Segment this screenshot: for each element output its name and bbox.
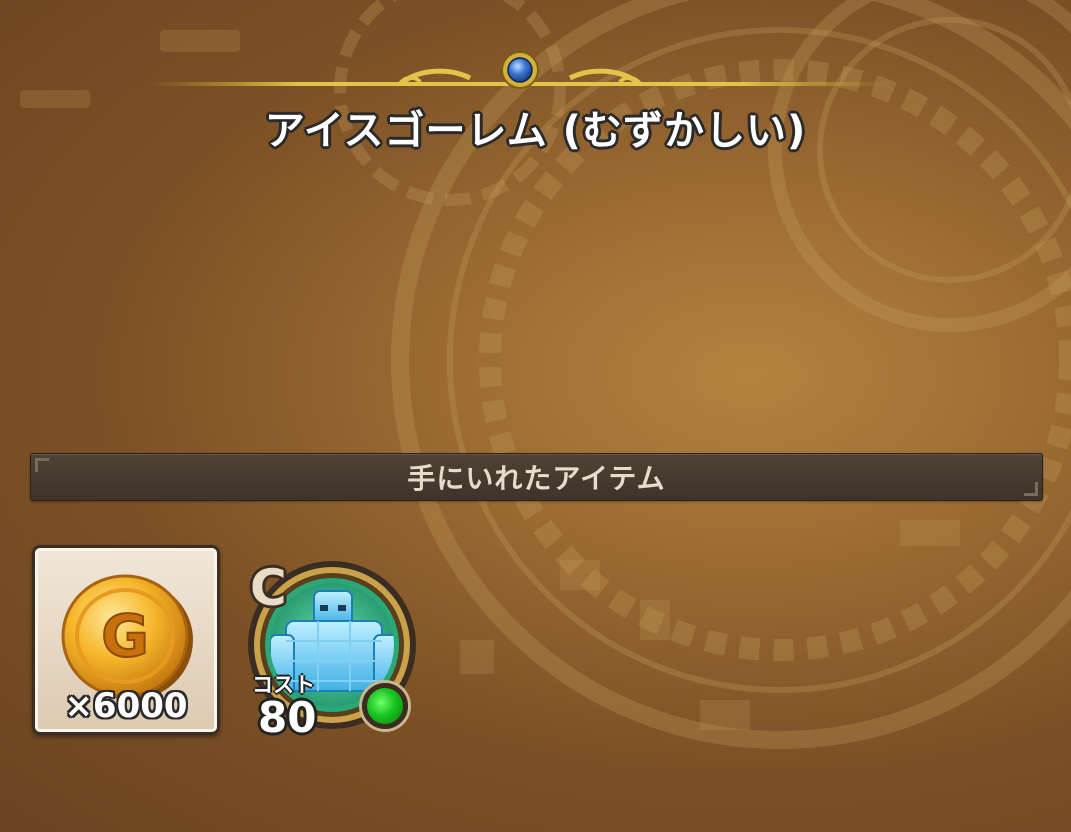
status-indicator-icon [362, 683, 408, 729]
stage-title: アイスゴーレム (むずかしい) [264, 108, 807, 154]
monster-reward-item[interactable]: C コスト 80 [240, 555, 420, 742]
rank-badge: C [250, 559, 287, 617]
title-ornament [150, 51, 890, 89]
cost-value: 80 [258, 693, 317, 742]
coin-letter: G [101, 602, 149, 670]
obtained-items-header: 手にいれたアイテム [30, 453, 1043, 501]
obtained-items-label: 手にいれたアイテム [407, 462, 666, 495]
gold-quantity: ×6000 [64, 686, 188, 726]
gold-reward-item[interactable]: G ×6000 [32, 545, 220, 735]
